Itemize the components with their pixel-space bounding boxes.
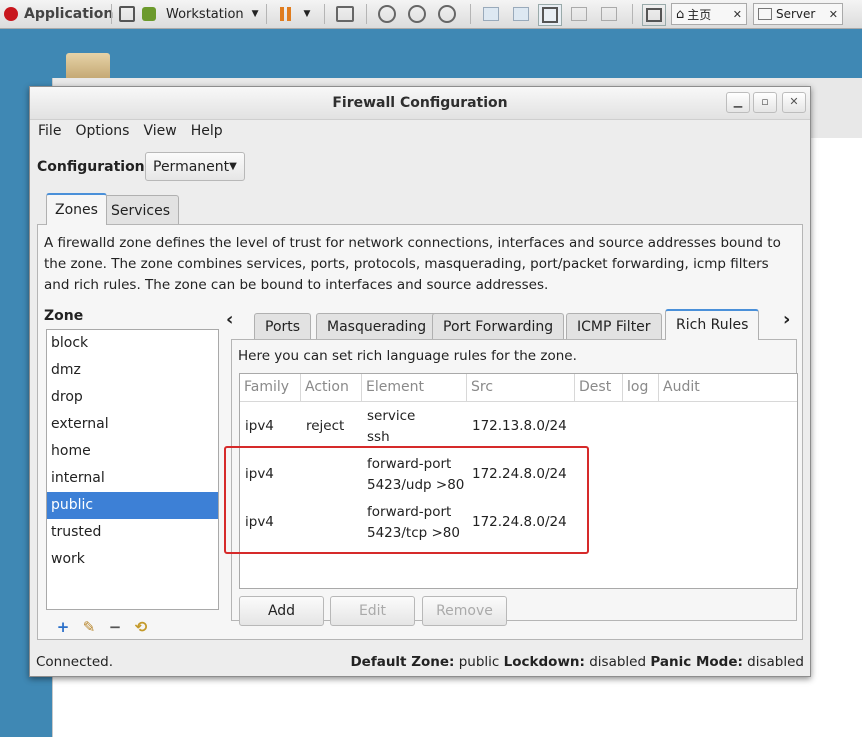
- zone-item-selected[interactable]: public: [47, 492, 218, 519]
- close-icon[interactable]: ✕: [782, 92, 806, 113]
- add-button[interactable]: Add: [239, 596, 324, 626]
- workstation-label: Workstation: [166, 6, 244, 22]
- maximize-icon[interactable]: ▫: [753, 92, 777, 113]
- cell-action: reject: [306, 418, 345, 434]
- minimize-icon[interactable]: ▁: [726, 92, 750, 113]
- snapshot-icon[interactable]: [376, 4, 398, 24]
- load-defaults-icon[interactable]: ⟲: [132, 618, 150, 636]
- pause-icon[interactable]: [274, 4, 296, 24]
- tab-zones[interactable]: Zones: [46, 193, 107, 225]
- edit-button[interactable]: Edit: [330, 596, 415, 626]
- menubar: File Options View Help: [38, 123, 237, 143]
- column-action[interactable]: Action: [301, 374, 362, 401]
- sidebar-view-icon[interactable]: [480, 4, 502, 24]
- column-audit[interactable]: Audit: [659, 374, 799, 401]
- column-dest[interactable]: Dest: [575, 374, 623, 401]
- tab-server[interactable]: Server ✕: [753, 3, 843, 25]
- tab-icmp-filter[interactable]: ICMP Filter: [566, 313, 662, 340]
- close-icon[interactable]: ✕: [829, 8, 838, 21]
- zone-description: A firewalld zone defines the level of tr…: [44, 235, 781, 293]
- cell-element-line1: service: [367, 408, 416, 424]
- column-src[interactable]: Src: [467, 374, 575, 401]
- annotation-highlight-box: [224, 446, 589, 554]
- configuration-select[interactable]: Permanent ▼: [145, 152, 245, 181]
- tab-home-label: 主页: [687, 7, 712, 22]
- console-view-icon[interactable]: [598, 4, 620, 24]
- pin-icon[interactable]: [116, 4, 138, 24]
- default-zone-label: Default Zone:: [350, 654, 455, 670]
- rich-rules-description: Here you can set rich language rules for…: [238, 348, 577, 364]
- cell-element: service ssh: [367, 406, 415, 448]
- column-log[interactable]: log: [623, 374, 659, 401]
- zones-panel: A firewalld zone defines the level of tr…: [37, 224, 803, 640]
- window-title: Firewall Configuration: [30, 87, 810, 120]
- home-icon: ⌂: [676, 6, 685, 22]
- configuration-label: Configuration:: [37, 159, 151, 175]
- zone-item[interactable]: trusted: [47, 519, 218, 546]
- library-icon[interactable]: [642, 4, 666, 26]
- lockdown-label: Lockdown:: [503, 654, 585, 670]
- applications-label: Application: [24, 6, 114, 22]
- tab-home[interactable]: ⌂ 主页 ✕: [671, 3, 747, 25]
- zone-list-title: Zone: [44, 308, 84, 324]
- remove-button[interactable]: Remove: [422, 596, 507, 626]
- host-toolbar: Application Workstation ▼ ▼ ⌂ 主页 ✕ Serve…: [0, 0, 862, 29]
- zone-item[interactable]: block: [47, 330, 218, 357]
- applications-menu[interactable]: Application: [4, 0, 113, 28]
- panic-mode-label: Panic Mode:: [650, 654, 743, 670]
- pause-dropdown-icon[interactable]: ▼: [296, 4, 318, 24]
- zone-item[interactable]: drop: [47, 384, 218, 411]
- add-icon[interactable]: +: [54, 618, 72, 636]
- menu-view[interactable]: View: [143, 123, 176, 143]
- status-bar: Connected. Default Zone: public Lockdown…: [36, 654, 804, 672]
- tab-server-label: Server: [776, 7, 816, 21]
- status-connection: Connected.: [36, 654, 113, 670]
- zone-item[interactable]: dmz: [47, 357, 218, 384]
- cell-src: 172.13.8.0/24: [472, 418, 567, 434]
- remove-icon[interactable]: −: [106, 618, 124, 636]
- zone-item[interactable]: home: [47, 438, 218, 465]
- tab-masquerading[interactable]: Masquerading: [316, 313, 438, 340]
- chevron-left-icon[interactable]: ‹: [226, 309, 233, 330]
- tab-rich-rules[interactable]: Rich Rules: [665, 309, 760, 340]
- zone-list[interactable]: block dmz drop external home internal pu…: [46, 329, 219, 610]
- chevron-down-icon: ▼: [251, 9, 259, 19]
- configuration-value: Permanent: [153, 158, 230, 175]
- tab-ports[interactable]: Ports: [254, 313, 312, 340]
- redhat-icon: [4, 7, 18, 21]
- network-icon[interactable]: [334, 4, 356, 24]
- edit-icon[interactable]: ✎: [80, 618, 98, 636]
- cell-element-line2: ssh: [367, 429, 390, 445]
- lockdown-value: disabled: [589, 654, 647, 670]
- cell-family: ipv4: [245, 418, 274, 434]
- chevron-down-icon: ▼: [229, 161, 237, 172]
- table-header: Family Action Element Src Dest log Audit: [240, 374, 797, 402]
- fullscreen-icon[interactable]: [538, 4, 562, 26]
- menu-file[interactable]: File: [38, 123, 61, 143]
- table-row[interactable]: ipv4 reject service ssh 172.13.8.0/24: [240, 402, 797, 450]
- firewall-window: Firewall Configuration ▁ ▫ ✕ File Option…: [29, 86, 811, 677]
- status-summary: Default Zone: public Lockdown: disabled …: [350, 654, 804, 670]
- default-zone-value: public: [458, 654, 500, 670]
- unity-icon[interactable]: [568, 4, 590, 24]
- snapshot-manager-icon[interactable]: [436, 4, 458, 24]
- column-family[interactable]: Family: [240, 374, 301, 401]
- thumbnail-view-icon[interactable]: [510, 4, 532, 24]
- zone-toolbar: + ✎ − ⟲: [54, 618, 150, 636]
- column-element[interactable]: Element: [362, 374, 467, 401]
- chevron-right-icon[interactable]: ›: [783, 309, 790, 330]
- menu-help[interactable]: Help: [191, 123, 223, 143]
- panic-mode-value: disabled: [747, 654, 804, 670]
- workstation-menu[interactable]: Workstation ▼: [142, 0, 259, 28]
- snapshot-revert-icon[interactable]: [406, 4, 428, 24]
- vm-icon: [758, 8, 772, 20]
- tab-port-forwarding[interactable]: Port Forwarding: [432, 313, 565, 340]
- zone-item[interactable]: internal: [47, 465, 218, 492]
- tab-services[interactable]: Services: [102, 195, 180, 225]
- menu-options[interactable]: Options: [75, 123, 129, 143]
- zone-item[interactable]: external: [47, 411, 218, 438]
- zone-item[interactable]: work: [47, 546, 218, 573]
- vmware-icon: [142, 7, 156, 21]
- close-icon[interactable]: ✕: [733, 8, 742, 21]
